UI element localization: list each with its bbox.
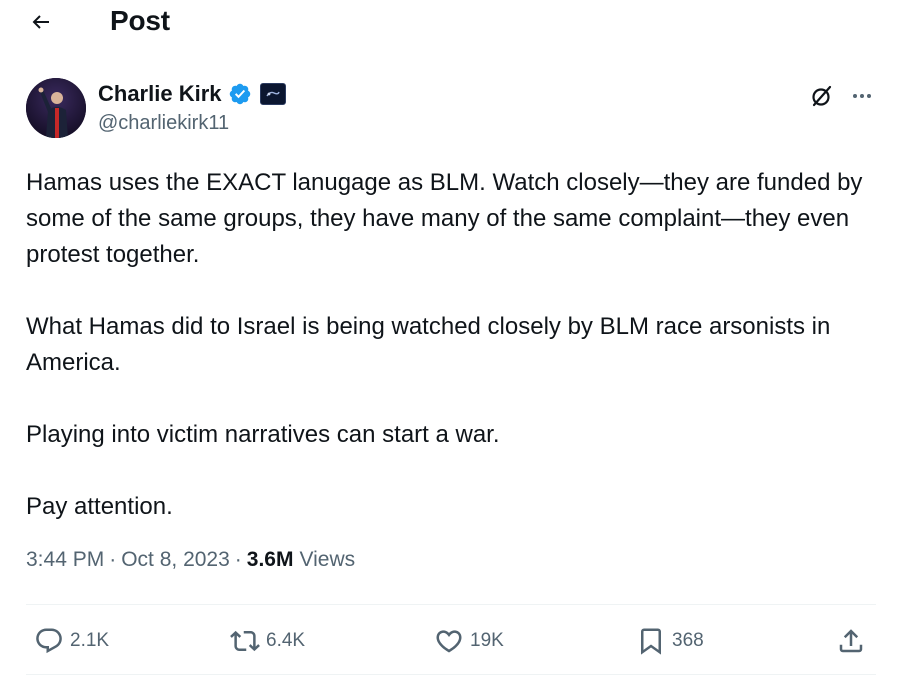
action-bar: 2.1K 6.4K 19K 368 (26, 618, 876, 664)
repost-icon (230, 626, 260, 656)
meta-separator: · (234, 548, 242, 571)
bookmark-icon (636, 626, 666, 656)
tweet-meta: 3:44 PM · Oct 8, 2023 · 3.6M Views (26, 548, 355, 572)
share-icon (836, 626, 866, 656)
author-name[interactable]: Charlie Kirk (98, 81, 222, 107)
tweet-text: Hamas uses the EXACT lanugage as BLM. Wa… (26, 165, 892, 525)
bookmark-button[interactable]: 368 (636, 618, 704, 664)
heart-icon (434, 626, 464, 656)
divider (26, 604, 876, 605)
top-bar: Post (0, 0, 906, 44)
page-title: Post (110, 5, 170, 36)
repost-count: 6.4K (266, 630, 306, 651)
avatar[interactable] (26, 78, 86, 138)
meta-separator: · (109, 548, 117, 571)
reply-button[interactable]: 2.1K (34, 618, 109, 664)
divider (26, 674, 876, 675)
more-icon (850, 84, 874, 108)
back-button[interactable] (22, 4, 60, 40)
like-button[interactable]: 19K (434, 618, 504, 664)
reply-icon (34, 626, 64, 656)
reply-count: 2.1K (70, 630, 110, 651)
like-count: 19K (470, 630, 504, 651)
tweet-paragraph: What Hamas did to Israel is being watche… (26, 313, 831, 376)
views-label: Views (299, 548, 356, 571)
tweet-paragraph: Playing into victim narratives can start… (26, 421, 500, 448)
views-count[interactable]: 3.6M (247, 548, 294, 572)
author-handle[interactable]: @charliekirk11 (98, 112, 286, 135)
tweet-paragraph: Hamas uses the EXACT lanugage as BLM. Wa… (26, 169, 863, 268)
tweet-time[interactable]: 3:44 PM (26, 548, 104, 572)
bookmark-count: 368 (672, 630, 704, 651)
affiliation-badge-icon[interactable] (259, 83, 286, 105)
repost-button[interactable]: 6.4K (230, 618, 305, 664)
share-button[interactable] (836, 618, 866, 664)
tweet-paragraph: Pay attention. (26, 493, 173, 520)
grok-button[interactable] (806, 80, 838, 112)
author-info: Charlie Kirk @charliekirk11 (98, 80, 286, 135)
verified-badge-icon[interactable] (228, 82, 252, 106)
arrow-left-icon (29, 10, 53, 34)
grok-icon (809, 83, 835, 109)
more-options-button[interactable] (846, 80, 878, 112)
tweet-date[interactable]: Oct 8, 2023 (121, 548, 230, 572)
